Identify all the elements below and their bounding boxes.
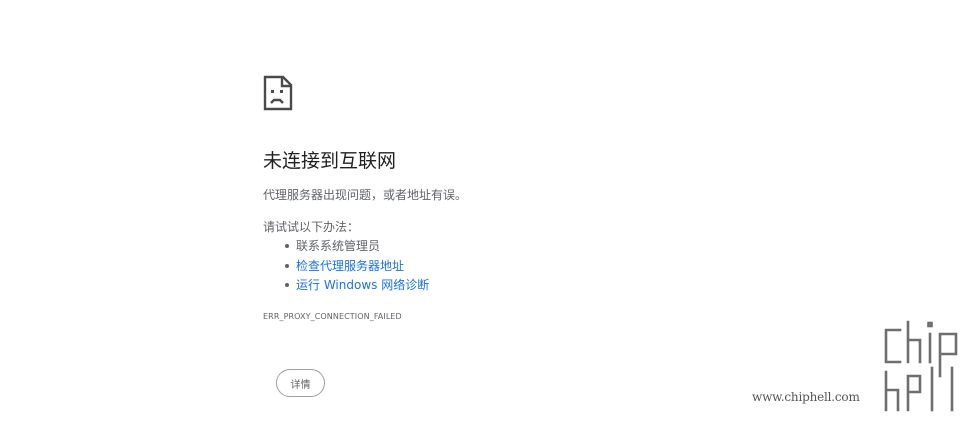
suggestions-heading: 请试试以下办法：	[263, 220, 360, 234]
suggestion-contact-admin: 联系系统管理员	[281, 237, 429, 257]
suggestion-text: 联系系统管理员	[296, 239, 381, 253]
chiphell-logo	[882, 318, 960, 414]
error-page: 未连接到互联网 代理服务器出现问题，或者地址有误。 请试试以下办法： 联系系统管…	[0, 0, 979, 434]
suggestions-list: 联系系统管理员 检查代理服务器地址 运行 Windows 网络诊断	[281, 237, 429, 296]
watermark: www.chiphell.com	[752, 318, 972, 418]
check-proxy-link[interactable]: 检查代理服务器地址	[296, 259, 404, 273]
error-message: 代理服务器出现问题，或者地址有误。	[263, 188, 468, 202]
network-diagnostics-link[interactable]: 运行 Windows 网络诊断	[296, 278, 429, 292]
watermark-url: www.chiphell.com	[752, 390, 860, 404]
suggestion-run-diagnostics: 运行 Windows 网络诊断	[281, 276, 429, 296]
suggestion-check-proxy: 检查代理服务器地址	[281, 257, 429, 277]
error-code: ERR_PROXY_CONNECTION_FAILED	[263, 312, 402, 321]
error-title: 未连接到互联网	[263, 150, 397, 172]
sad-page-icon	[263, 75, 293, 111]
details-button[interactable]: 详情	[276, 369, 325, 397]
